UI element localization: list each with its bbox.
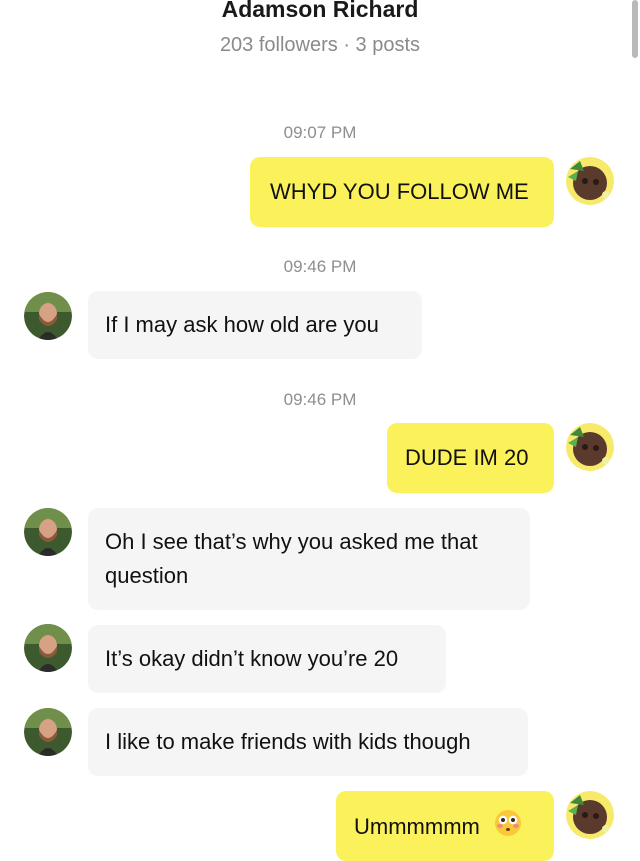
outgoing-message[interactable]: DUDE IM 20 bbox=[387, 423, 554, 493]
my-avatar[interactable] bbox=[566, 157, 614, 205]
incoming-message[interactable]: It’s okay didn’t know you’re 20 bbox=[88, 625, 446, 693]
incoming-message[interactable]: If I may ask how old are you bbox=[88, 291, 422, 359]
timestamp: 09:46 PM bbox=[283, 257, 357, 276]
outgoing-message[interactable]: Ummmmmm bbox=[336, 791, 554, 861]
contact-avatar[interactable] bbox=[24, 708, 72, 756]
timestamp: 09:46 PM bbox=[283, 390, 357, 409]
outgoing-message[interactable]: WHYD YOU FOLLOW ME bbox=[250, 157, 554, 227]
contact-stats: 203 followers · 3 posts bbox=[219, 34, 421, 56]
incoming-message[interactable]: Oh I see that’s why you asked me that qu… bbox=[88, 508, 530, 610]
contact-avatar[interactable] bbox=[24, 508, 72, 556]
message-text: Ummmmmm bbox=[354, 813, 480, 839]
flushed-face-emoji bbox=[494, 809, 522, 847]
timestamp: 09:07 PM bbox=[283, 123, 357, 142]
contact-avatar[interactable] bbox=[24, 292, 72, 340]
scrollbar[interactable] bbox=[632, 0, 638, 58]
incoming-message[interactable]: I like to make friends with kids though bbox=[88, 708, 528, 776]
my-avatar[interactable] bbox=[566, 423, 614, 471]
my-avatar[interactable] bbox=[566, 791, 614, 839]
contact-avatar[interactable] bbox=[24, 624, 72, 672]
contact-name[interactable]: Adamson Richard bbox=[0, 0, 640, 24]
